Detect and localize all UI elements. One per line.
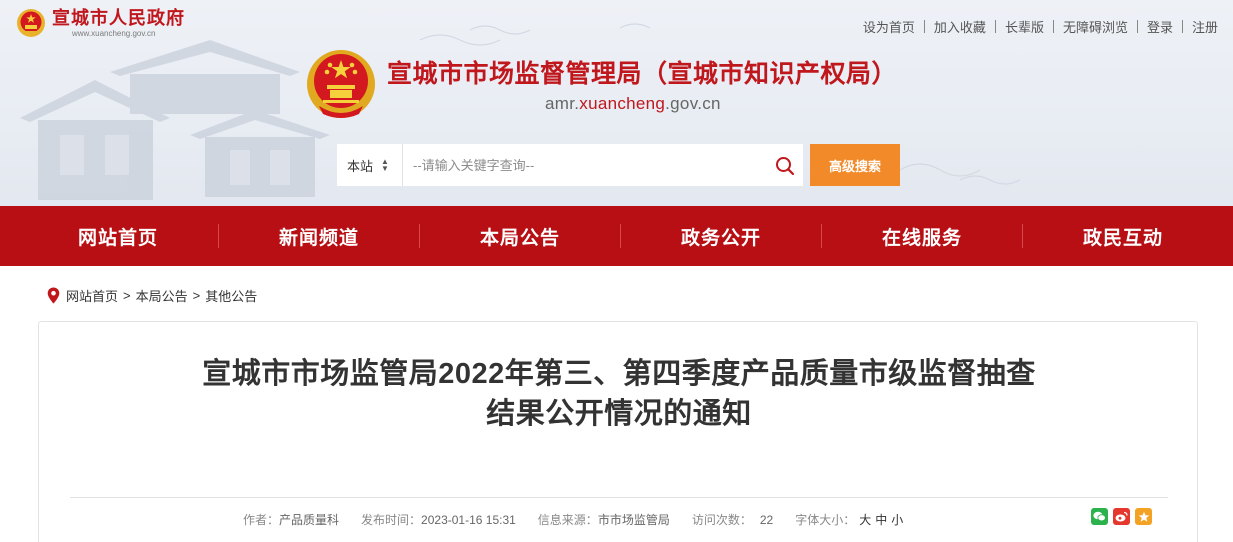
site-url: www.xuancheng.gov.cn	[72, 29, 156, 38]
domain-prefix: amr.	[545, 94, 580, 113]
search-scope-select[interactable]: 本站 ▲ ▼	[337, 144, 403, 186]
header: 宣城市人民政府 www.xuancheng.gov.cn 设为首页 加入收藏 长…	[0, 0, 1233, 206]
national-emblem-icon	[307, 50, 375, 118]
page: 宣城市人民政府 www.xuancheng.gov.cn 设为首页 加入收藏 长…	[0, 0, 1233, 542]
elder-version-link[interactable]: 长辈版	[996, 17, 1053, 36]
font-size-medium[interactable]: 中	[875, 513, 887, 527]
sort-arrows-icon: ▲ ▼	[381, 157, 389, 173]
visits-value: 22	[759, 513, 774, 527]
favorite-share-button[interactable]	[1135, 508, 1152, 525]
domain-suffix: .gov.cn	[665, 94, 721, 113]
nav-item-online-services[interactable]: 在线服务	[822, 223, 1022, 250]
author-meta: 作者：产品质量科	[243, 511, 339, 528]
breadcrumb-separator: >	[192, 288, 201, 303]
search-scope-value: 本站	[347, 158, 374, 174]
article-card: 宣城市市场监管局2022年第三、第四季度产品质量市级监督抽查 结果公开情况的通知…	[38, 321, 1198, 542]
source-label: 信息来源：	[537, 513, 598, 527]
set-homepage-link[interactable]: 设为首页	[854, 17, 924, 36]
visits-meta: 访问次数： 22	[692, 511, 773, 528]
breadcrumb-home[interactable]: 网站首页	[66, 286, 118, 305]
main-nav: 网站首页 新闻频道 本局公告 政务公开 在线服务 政民互动	[0, 206, 1233, 266]
article-meta: 作者：产品质量科 发布时间：2023-01-16 15:31 信息来源：市市场监…	[243, 511, 925, 528]
article-title-line: 结果公开情况的通知	[486, 398, 752, 430]
advanced-search-button[interactable]: 高级搜索	[810, 144, 900, 186]
site-name: 宣城市人民政府	[52, 8, 185, 28]
location-pin-icon	[47, 287, 60, 304]
nav-item-announcements[interactable]: 本局公告	[420, 223, 620, 250]
national-emblem-icon	[17, 9, 45, 37]
favorite-icon	[1138, 511, 1149, 522]
weibo-share-button[interactable]	[1113, 508, 1130, 525]
login-link[interactable]: 登录	[1138, 17, 1182, 36]
font-size-label: 字体大小：	[795, 513, 856, 527]
department-title: 宣城市市场监督管理局（宣城市知识产权局）	[387, 60, 898, 88]
font-size-control: 字体大小：大中小	[795, 511, 903, 528]
register-link[interactable]: 注册	[1183, 17, 1218, 36]
nav-item-government-affairs[interactable]: 政务公开	[621, 223, 821, 250]
date-meta: 发布时间：2023-01-16 15:31	[361, 511, 516, 528]
divider	[70, 497, 1168, 498]
font-size-large[interactable]: 大	[859, 513, 871, 527]
site-logo[interactable]: 宣城市人民政府 www.xuancheng.gov.cn	[16, 7, 185, 39]
weibo-icon	[1115, 511, 1128, 522]
breadcrumb-announcements[interactable]: 本局公告	[136, 286, 188, 305]
source-meta: 信息来源：市市场监管局	[538, 511, 670, 528]
department-domain: amr.xuancheng.gov.cn	[545, 94, 897, 114]
date-label: 发布时间：	[361, 513, 422, 527]
search-icon[interactable]	[775, 156, 795, 176]
nav-item-interaction[interactable]: 政民互动	[1023, 223, 1223, 250]
accessibility-link[interactable]: 无障碍浏览	[1054, 17, 1137, 36]
search-input[interactable]	[403, 144, 803, 186]
font-size-small[interactable]: 小	[891, 513, 903, 527]
article-title-line: 宣城市市场监管局2022年第三、第四季度产品质量市级监督抽查	[202, 358, 1036, 390]
department-brand: 宣城市市场监督管理局（宣城市知识产权局） amr.xuancheng.gov.c…	[305, 48, 897, 122]
share-buttons	[1091, 508, 1157, 525]
date-value: 2023-01-16 15:31	[421, 513, 516, 527]
breadcrumb-other-announcements[interactable]: 其他公告	[205, 286, 257, 305]
visits-label: 访问次数：	[691, 513, 752, 527]
top-links: 设为首页 加入收藏 长辈版 无障碍浏览 登录 注册	[854, 17, 1218, 36]
author-value: 产品质量科	[279, 513, 340, 527]
nav-item-home[interactable]: 网站首页	[18, 223, 218, 250]
search-bar: 本站 ▲▼ 高级搜索	[337, 144, 900, 186]
breadcrumb: 网站首页 > 本局公告 > 其他公告	[47, 286, 257, 305]
author-label: 作者：	[243, 513, 280, 527]
add-favorite-link[interactable]: 加入收藏	[925, 17, 995, 36]
wechat-share-button[interactable]	[1091, 508, 1108, 525]
nav-item-news[interactable]: 新闻频道	[219, 223, 419, 250]
wechat-icon	[1093, 511, 1106, 522]
breadcrumb-separator: >	[123, 288, 131, 303]
article-title: 宣城市市场监管局2022年第三、第四季度产品质量市级监督抽查 结果公开情况的通知	[39, 354, 1199, 434]
domain-highlight: xuancheng	[579, 94, 666, 113]
source-value: 市市场监管局	[597, 513, 670, 527]
